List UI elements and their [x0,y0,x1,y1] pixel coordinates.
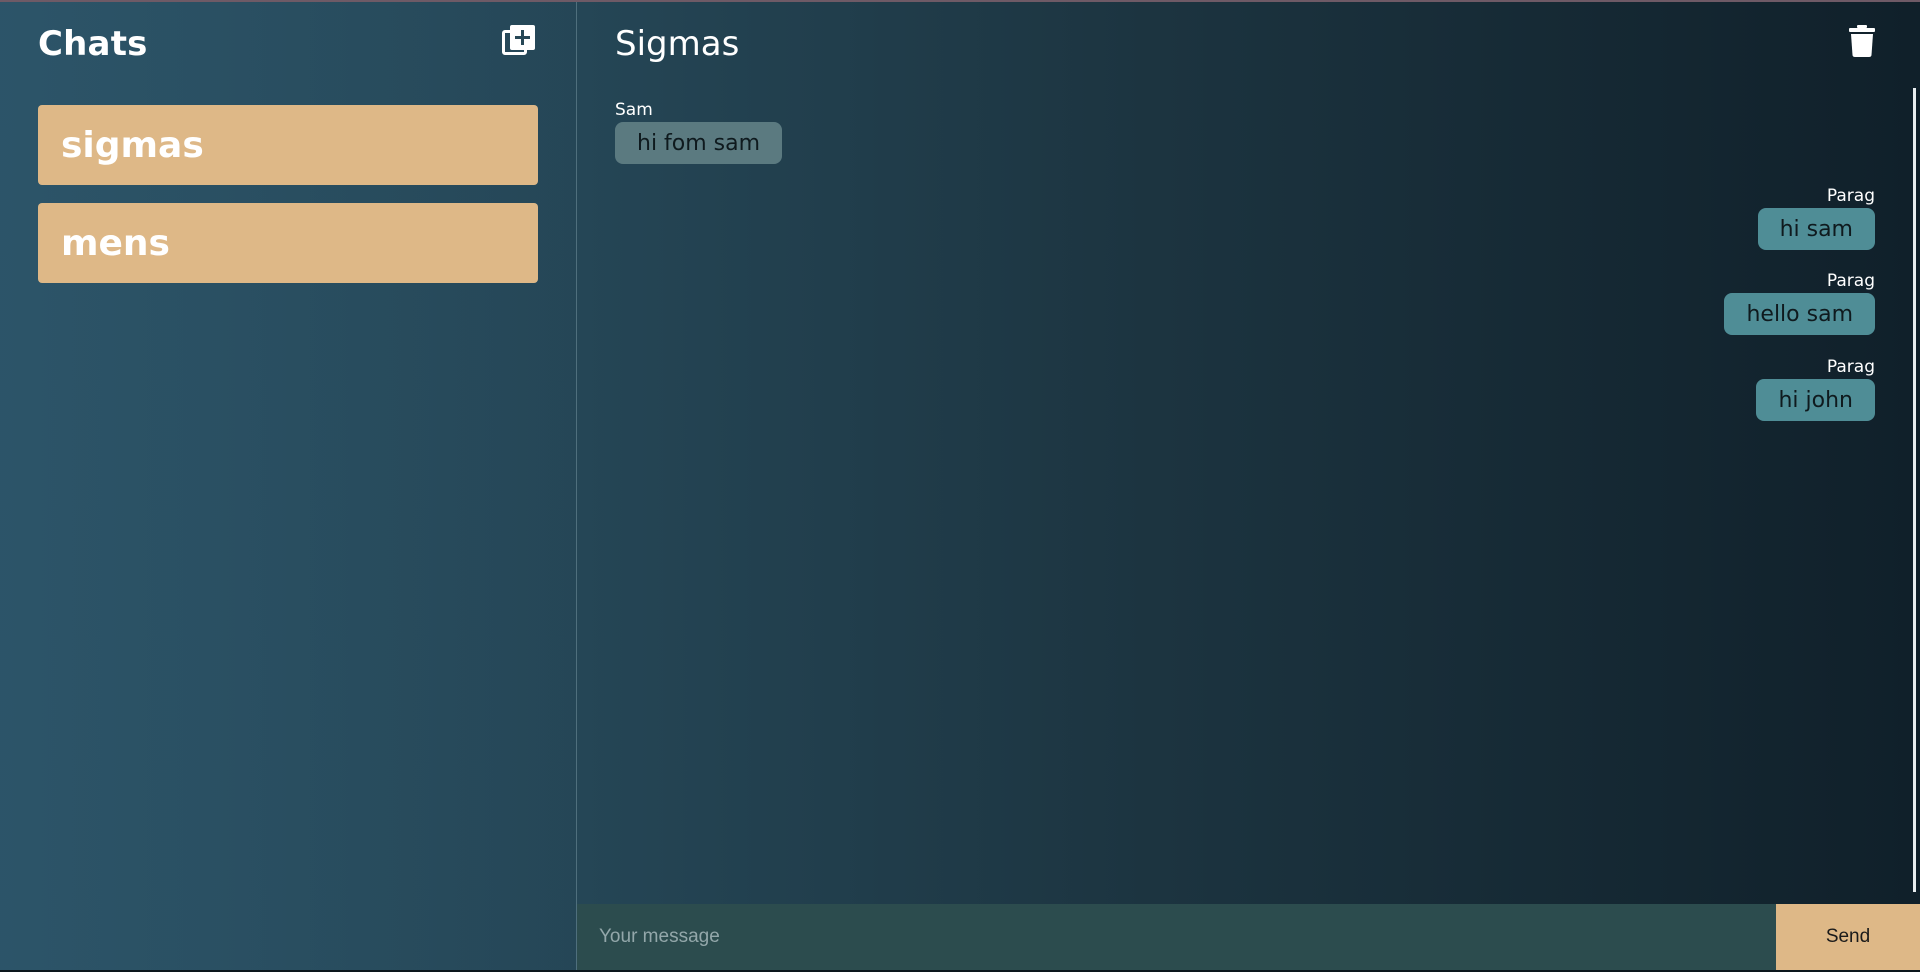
message-sender: Parag [1826,357,1875,377]
message-sender: Parag [1826,186,1875,206]
chat-list-item-label: sigmas [61,124,204,166]
chat-title: Sigmas [615,24,740,64]
message-scrollbar[interactable] [1913,88,1916,892]
message-item: Sam hi fom sam [615,100,783,164]
sidebar-title: Chats [38,24,148,64]
message-sender: Parag [1826,271,1875,291]
message-item: Parag hello sam [1724,271,1875,335]
panel-divider [576,2,577,970]
chat-list-item-label: mens [61,222,170,264]
chat-sidebar: Chats sigmas mens [0,2,576,970]
message-bubble: hi fom sam [615,122,783,164]
message-bubble: hi sam [1757,208,1875,250]
add-box-icon [502,25,535,55]
trash-icon [1849,25,1875,57]
delete-chat-button[interactable] [1848,24,1876,58]
message-item: Parag hi sam [1757,186,1875,250]
message-item: Parag hi john [1756,357,1875,421]
chat-list-item-mens[interactable]: mens [38,203,538,283]
new-chat-button[interactable] [502,24,536,58]
message-composer: Send [577,904,1920,970]
message-bubble: hello sam [1724,293,1875,335]
message-sender: Sam [615,100,653,120]
send-button[interactable]: Send [1776,904,1920,970]
message-input[interactable] [577,904,1776,970]
message-list: Sam hi fom sam Parag hi sam Parag hello … [615,96,1875,896]
chat-list-item-sigmas[interactable]: sigmas [38,105,538,185]
message-bubble: hi john [1756,379,1875,421]
